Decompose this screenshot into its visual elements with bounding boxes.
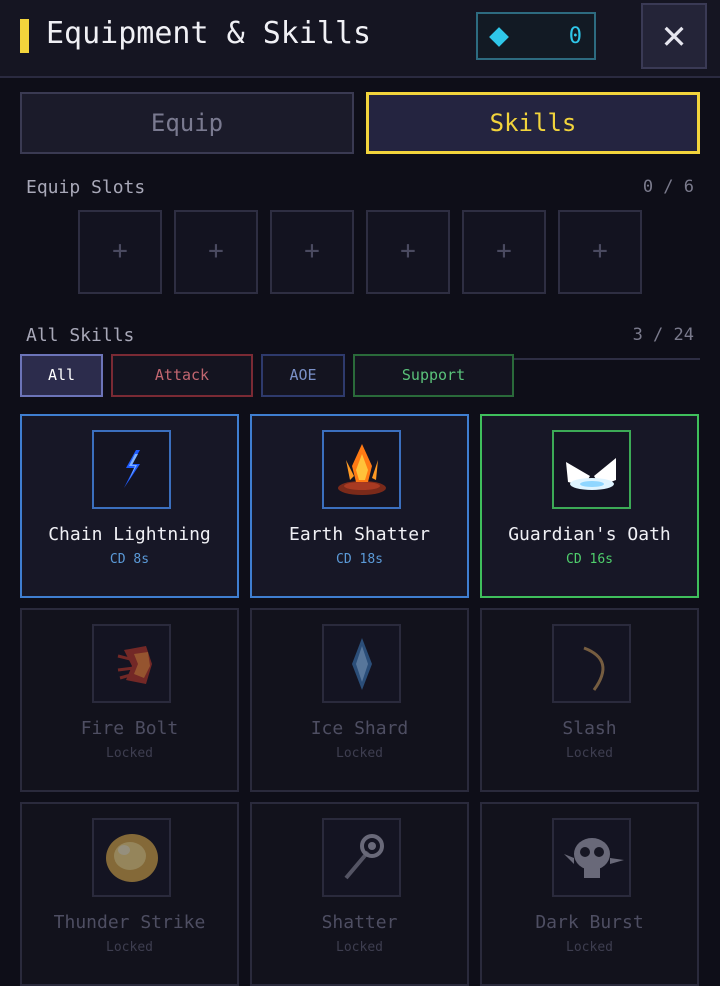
thunder-orb-icon bbox=[92, 818, 171, 897]
skill-cooldown: CD 8s bbox=[109, 552, 150, 567]
filter-attack[interactable]: Attack bbox=[111, 354, 253, 397]
skill-cooldown: CD 18s bbox=[336, 552, 383, 567]
diamond-icon bbox=[489, 27, 509, 47]
skill-card-thunder-strike[interactable]: Thunder Strike Locked bbox=[20, 802, 239, 986]
all-skills-label: All Skills bbox=[26, 325, 135, 346]
skull-icon bbox=[552, 818, 631, 897]
tab-equip[interactable]: Equip bbox=[20, 92, 354, 154]
skill-status: Locked bbox=[566, 746, 613, 761]
skill-card-earth-shatter[interactable]: Earth Shatter CD 18s bbox=[250, 414, 469, 598]
skill-name: Thunder Strike bbox=[53, 912, 206, 933]
skill-status: Locked bbox=[336, 746, 383, 761]
page-title: Equipment & Skills bbox=[46, 16, 372, 51]
skill-card-fire-bolt[interactable]: Fire Bolt Locked bbox=[20, 608, 239, 792]
lightning-icon bbox=[92, 430, 171, 509]
filter-support[interactable]: Support bbox=[353, 354, 514, 397]
skill-card-chain-lightning[interactable]: Chain Lightning CD 8s bbox=[20, 414, 239, 598]
campfire-icon bbox=[322, 430, 401, 509]
tab-skills[interactable]: Skills bbox=[366, 92, 700, 154]
fire-burst-icon bbox=[92, 624, 171, 703]
equip-slot[interactable]: + bbox=[558, 210, 642, 294]
header-bar: Equipment & Skills 0 ✕ bbox=[0, 0, 720, 78]
skill-card-slash[interactable]: Slash Locked bbox=[480, 608, 699, 792]
filter-all[interactable]: All bbox=[20, 354, 103, 397]
skill-name: Shatter bbox=[321, 912, 398, 933]
skill-name: Earth Shatter bbox=[289, 524, 430, 545]
skill-status: Locked bbox=[106, 746, 153, 761]
gem-counter: 0 bbox=[476, 12, 596, 60]
equip-slots-label: Equip Slots bbox=[26, 177, 146, 198]
skill-name: Guardian's Oath bbox=[508, 524, 671, 545]
equip-slot[interactable]: + bbox=[270, 210, 354, 294]
equip-slots-count: 0 / 6 bbox=[642, 177, 694, 197]
mace-icon bbox=[322, 818, 401, 897]
skill-name: Slash bbox=[562, 718, 617, 739]
skill-status: Locked bbox=[566, 940, 613, 955]
skill-status: Locked bbox=[336, 940, 383, 955]
skill-card-shatter[interactable]: Shatter Locked bbox=[250, 802, 469, 986]
wings-icon bbox=[552, 430, 631, 509]
close-button[interactable]: ✕ bbox=[641, 3, 707, 69]
skill-name: Ice Shard bbox=[310, 718, 409, 739]
ice-crystal-icon bbox=[322, 624, 401, 703]
skill-card-guardians-oath[interactable]: Guardian's Oath CD 16s bbox=[480, 414, 699, 598]
filter-aoe[interactable]: AOE bbox=[261, 354, 345, 397]
skill-cooldown: CD 16s bbox=[566, 552, 613, 567]
equip-slot[interactable]: + bbox=[462, 210, 546, 294]
skill-name: Fire Bolt bbox=[80, 718, 179, 739]
skill-card-dark-burst[interactable]: Dark Burst Locked bbox=[480, 802, 699, 986]
slash-arc-icon bbox=[552, 624, 631, 703]
skill-name: Chain Lightning bbox=[48, 524, 211, 545]
all-skills-count: 3 / 24 bbox=[632, 325, 694, 345]
filter-divider bbox=[514, 358, 700, 360]
equip-slot[interactable]: + bbox=[78, 210, 162, 294]
skill-name: Dark Burst bbox=[535, 912, 644, 933]
title-accent-bar bbox=[20, 19, 29, 53]
skill-status: Locked bbox=[106, 940, 153, 955]
skill-card-ice-shard[interactable]: Ice Shard Locked bbox=[250, 608, 469, 792]
gem-count: 0 bbox=[568, 24, 582, 49]
equip-slot[interactable]: + bbox=[366, 210, 450, 294]
equip-slot[interactable]: + bbox=[174, 210, 258, 294]
